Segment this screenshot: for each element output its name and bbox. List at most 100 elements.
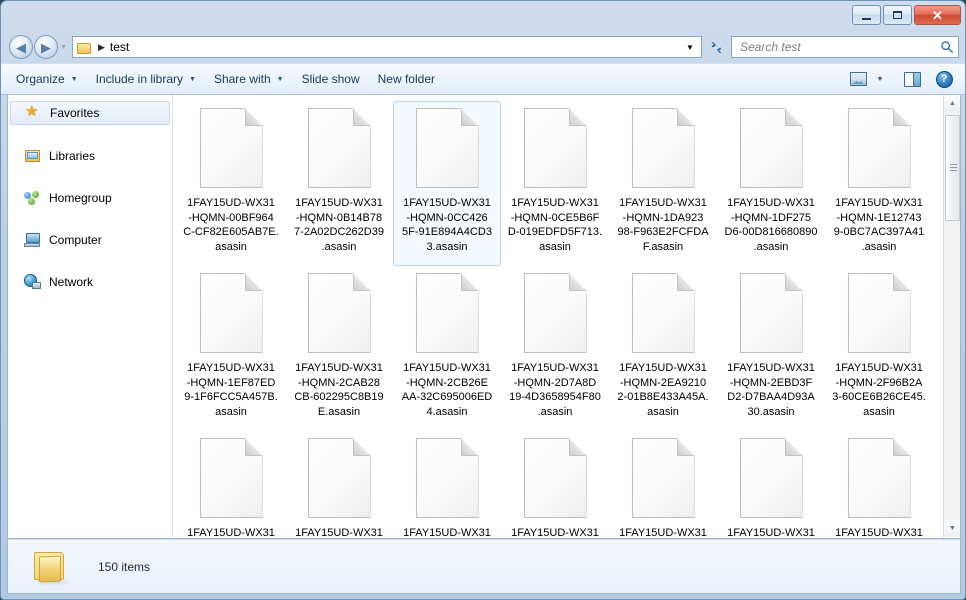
file-item[interactable]: 1FAY15UD-WX31 -HQMN-2EA9210 2-01B8E433A4… — [609, 266, 717, 431]
search-box[interactable]: Search test — [731, 36, 959, 58]
include-in-library-button[interactable]: Include in library ▼ — [87, 67, 205, 91]
file-item[interactable]: 1FAY15UD-WX31 — [177, 431, 285, 538]
include-in-library-label: Include in library — [95, 72, 184, 86]
library-icon — [24, 148, 42, 164]
file-item[interactable]: 1FAY15UD-WX31 -HQMN-0CE5B6F D-019EDFD5F7… — [501, 101, 609, 266]
star-glyph: ★ — [25, 103, 39, 120]
sidebar-item-homegroup[interactable]: Homegroup — [10, 187, 170, 209]
close-icon: ✕ — [932, 7, 943, 23]
organize-button[interactable]: Organize ▼ — [7, 67, 87, 91]
document-icon — [199, 273, 263, 353]
address-bar-row: ◀ ▶ ▼ ▶ test ▼ Search test — [1, 31, 965, 63]
chevron-down-icon: ▼ — [876, 75, 884, 83]
file-item[interactable]: 1FAY15UD-WX31 -HQMN-00BF964 C-CF82E605AB… — [177, 101, 285, 266]
file-item[interactable]: 1FAY15UD-WX31 -HQMN-2F96B2A 3-60CE6B26CE… — [825, 266, 933, 431]
file-item[interactable]: 1FAY15UD-WX31 -HQMN-2CB26E AA-32C695006E… — [393, 266, 501, 431]
document-icon — [739, 273, 803, 353]
document-icon — [307, 438, 371, 518]
sidebar-item-label: Libraries — [49, 149, 96, 163]
document-icon — [847, 438, 911, 518]
status-bar: 150 items — [7, 539, 961, 594]
homegroup-icon — [24, 190, 42, 206]
file-list-pane[interactable]: 1FAY15UD-WX31 -HQMN-00BF964 C-CF82E605AB… — [173, 95, 960, 538]
search-input[interactable]: Search test — [740, 40, 940, 54]
file-name-label: 1FAY15UD-WX31 -HQMN-1DA923 98-F963E2FCFD… — [617, 197, 709, 253]
file-name-label: 1FAY15UD-WX31 — [187, 527, 275, 538]
file-item[interactable]: 1FAY15UD-WX31 -HQMN-0B14B78 7-2A02DC262D… — [285, 101, 393, 266]
chevron-down-icon[interactable]: ▼ — [681, 37, 699, 57]
toolbar: Organize ▼ Include in library ▼ Share wi… — [1, 63, 965, 95]
file-item[interactable]: 1FAY15UD-WX31 — [717, 431, 825, 538]
refresh-button[interactable] — [704, 36, 728, 58]
change-view-dropdown[interactable]: ▼ — [871, 67, 889, 91]
search-icon[interactable] — [940, 40, 954, 54]
sidebar-item-network[interactable]: Network — [10, 271, 170, 293]
item-count-label: 150 items — [98, 559, 151, 574]
help-button[interactable]: ? — [931, 67, 957, 91]
document-icon — [415, 273, 479, 353]
file-name-label: 1FAY15UD-WX31 — [619, 527, 707, 538]
file-name-label: 1FAY15UD-WX31 — [511, 527, 599, 538]
file-name-label: 1FAY15UD-WX31 -HQMN-2EBD3F D2-D7BAA4D93A… — [727, 362, 815, 418]
file-item[interactable]: 1FAY15UD-WX31 — [825, 431, 933, 538]
document-icon — [523, 273, 587, 353]
file-item[interactable]: 1FAY15UD-WX31 -HQMN-0CC426 5F-91E894A4CD… — [393, 101, 501, 266]
sidebar-item-favorites[interactable]: ★ Favorites — [10, 101, 170, 125]
share-with-label: Share with — [213, 72, 271, 86]
slide-show-button[interactable]: Slide show — [293, 67, 369, 91]
file-grid: 1FAY15UD-WX31 -HQMN-00BF964 C-CF82E605AB… — [173, 95, 944, 538]
vertical-scrollbar[interactable]: ▲ ▼ — [943, 95, 960, 537]
minimize-button[interactable] — [852, 5, 881, 25]
file-name-label: 1FAY15UD-WX31 -HQMN-00BF964 C-CF82E605AB… — [183, 197, 279, 253]
recent-pages-dropdown[interactable]: ▼ — [58, 36, 69, 58]
document-icon — [415, 108, 479, 188]
scrollbar-thumb[interactable] — [945, 115, 960, 221]
file-item[interactable]: 1FAY15UD-WX31 -HQMN-1EF87ED 9-1F6FCC5A45… — [177, 266, 285, 431]
file-item[interactable]: 1FAY15UD-WX31 -HQMN-2CAB28 CB-602295C8B1… — [285, 266, 393, 431]
file-name-label: 1FAY15UD-WX31 — [295, 527, 383, 538]
file-name-label: 1FAY15UD-WX31 — [727, 527, 815, 538]
file-item[interactable]: 1FAY15UD-WX31 -HQMN-2EBD3F D2-D7BAA4D93A… — [717, 266, 825, 431]
breadcrumb-separator-icon: ▶ — [98, 41, 105, 52]
sidebar-item-computer[interactable]: Computer — [10, 229, 170, 251]
document-icon — [847, 273, 911, 353]
file-name-label: 1FAY15UD-WX31 -HQMN-1E12743 9-0BC7AC397A… — [833, 197, 925, 253]
scroll-up-button[interactable]: ▲ — [944, 95, 960, 112]
document-icon — [199, 438, 263, 518]
file-item[interactable]: 1FAY15UD-WX31 -HQMN-1DA923 98-F963E2FCFD… — [609, 101, 717, 266]
help-icon: ? — [935, 70, 953, 88]
document-icon — [523, 108, 587, 188]
document-icon — [631, 108, 695, 188]
file-item[interactable]: 1FAY15UD-WX31 — [285, 431, 393, 538]
file-item[interactable]: 1FAY15UD-WX31 -HQMN-1DF275 D6-00D8166808… — [717, 101, 825, 266]
document-icon — [631, 273, 695, 353]
back-button[interactable]: ◀ — [9, 35, 33, 59]
refresh-icon — [710, 41, 722, 53]
chevron-down-icon: ▼ — [189, 75, 196, 83]
maximize-icon — [884, 6, 911, 24]
forward-button[interactable]: ▶ — [34, 35, 58, 59]
new-folder-label: New folder — [377, 72, 435, 86]
address-bar[interactable]: ▶ test ▼ — [72, 36, 702, 58]
document-icon — [631, 438, 695, 518]
file-item[interactable]: 1FAY15UD-WX31 — [501, 431, 609, 538]
change-view-button[interactable] — [845, 67, 871, 91]
document-icon — [739, 438, 803, 518]
file-name-label: 1FAY15UD-WX31 -HQMN-2CAB28 CB-602295C8B1… — [294, 362, 384, 418]
file-item[interactable]: 1FAY15UD-WX31 -HQMN-1E12743 9-0BC7AC397A… — [825, 101, 933, 266]
back-arrow-icon: ◀ — [16, 39, 26, 55]
scroll-down-button[interactable]: ▼ — [944, 520, 960, 537]
file-name-label: 1FAY15UD-WX31 -HQMN-0B14B78 7-2A02DC262D… — [294, 197, 384, 253]
file-item[interactable]: 1FAY15UD-WX31 — [393, 431, 501, 538]
close-button[interactable]: ✕ — [914, 5, 961, 25]
share-with-button[interactable]: Share with ▼ — [205, 67, 293, 91]
preview-pane-icon — [903, 71, 921, 87]
file-name-label: 1FAY15UD-WX31 -HQMN-2EA9210 2-01B8E433A4… — [617, 362, 709, 418]
breadcrumb-path[interactable]: test — [110, 40, 129, 54]
preview-pane-button[interactable] — [899, 67, 925, 91]
file-item[interactable]: 1FAY15UD-WX31 -HQMN-2D7A8D 19-4D3658954F… — [501, 266, 609, 431]
maximize-button[interactable] — [883, 5, 912, 25]
file-item[interactable]: 1FAY15UD-WX31 — [609, 431, 717, 538]
sidebar-item-libraries[interactable]: Libraries — [10, 145, 170, 167]
new-folder-button[interactable]: New folder — [369, 67, 444, 91]
